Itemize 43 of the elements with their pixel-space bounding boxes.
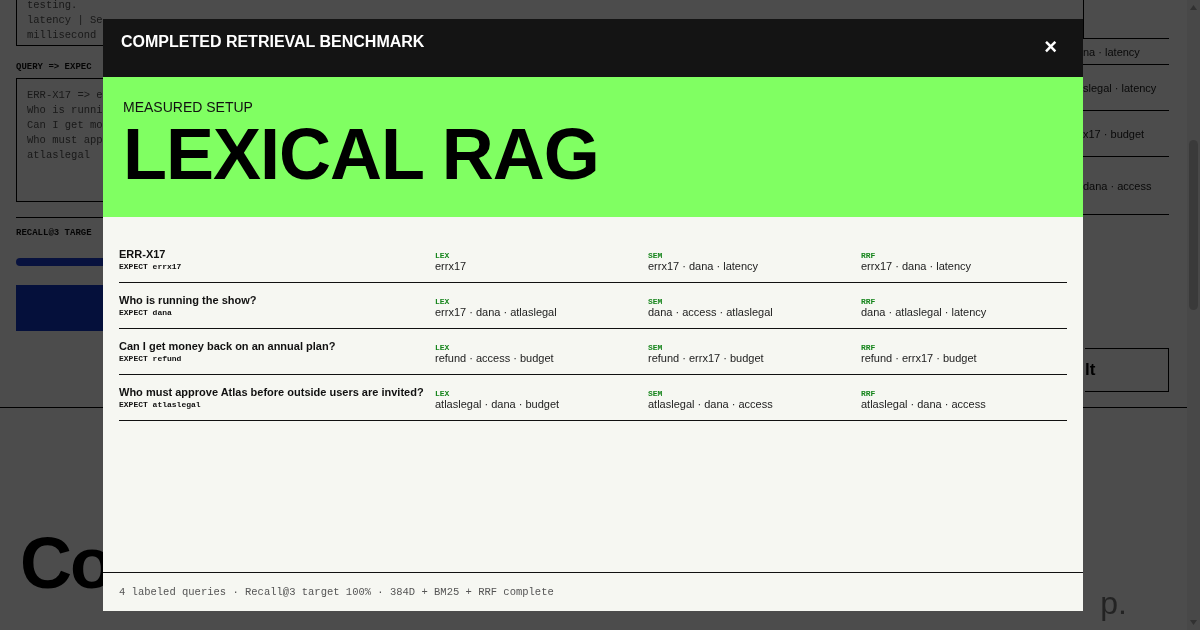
retrieved-results: refund · errx17 · budget: [648, 352, 765, 364]
method-label: RRF: [861, 297, 877, 306]
method-label: LEX: [435, 251, 451, 260]
expected-answer: EXPECT dana: [119, 308, 173, 317]
result-text: slegal · latency: [1083, 81, 1157, 94]
retrieved-results: atlaslegal · dana · access: [861, 398, 987, 410]
result-text: na · latency: [1083, 45, 1140, 58]
method-label: LEX: [435, 297, 451, 306]
retrieved-results: errx17: [435, 260, 468, 272]
expected-answer: EXPECT atlaslegal: [119, 400, 202, 409]
method-label: RRF: [861, 251, 877, 260]
result-text: dana · access: [1083, 179, 1152, 192]
summary-text: 4 labeled queries · Recall@3 target 100% · 384D + BM25 + RRF complete: [119, 586, 554, 598]
retrieved-results: errx17 · dana · latency: [648, 260, 760, 272]
method-label: SEM: [648, 343, 664, 352]
retrieved-results: dana · atlaslegal · latency: [861, 306, 988, 318]
method-label: RRF: [861, 343, 877, 352]
field-label: RECALL@3 TARGE: [16, 228, 93, 238]
retrieved-results: errx17 · dana · atlaslegal: [435, 306, 558, 318]
dialog-title: COMPLETED RETRIEVAL BENCHMARK: [121, 32, 425, 51]
setup-name: LEXICAL RAG: [123, 117, 600, 191]
method-label: RRF: [861, 389, 877, 398]
method-label: LEX: [435, 343, 451, 352]
query-text: Who is running the show?: [119, 294, 258, 306]
retrieved-results: errx17 · dana · latency: [861, 260, 973, 272]
method-label: SEM: [648, 389, 664, 398]
expected-answer: EXPECT refund: [119, 354, 183, 363]
field-label: QUERY => EXPEC: [16, 62, 93, 72]
result-text: x17 · budget: [1083, 127, 1145, 140]
query-text: ERR-X17: [119, 248, 167, 260]
method-label: SEM: [648, 297, 664, 306]
retrieved-results: atlaslegal · dana · access: [648, 398, 774, 410]
retrieved-results: refund · access · budget: [435, 352, 555, 364]
retrieved-results: atlaslegal · dana · budget: [435, 398, 561, 410]
method-label: LEX: [435, 389, 451, 398]
method-label: SEM: [648, 251, 664, 260]
retrieved-results: dana · access · atlaslegal: [648, 306, 774, 318]
query-text: Can I get money back on an annual plan?: [119, 340, 337, 352]
close-button[interactable]: ×: [1040, 33, 1061, 60]
retrieved-results: refund · errx17 · budget: [861, 352, 978, 364]
query-text: Who must approve Atlas before outside users are invited?: [119, 386, 425, 398]
setup-label: MEASURED SETUP: [123, 99, 254, 115]
expected-answer: EXPECT errx17: [119, 262, 183, 271]
